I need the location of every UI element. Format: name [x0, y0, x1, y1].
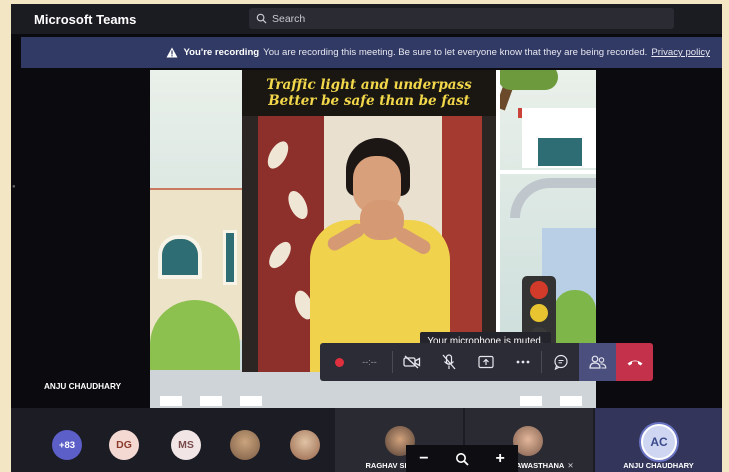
warning-icon — [166, 47, 177, 58]
mic-off-icon — [442, 354, 455, 370]
record-dot-icon — [335, 357, 345, 367]
app-title: Microsoft Teams — [34, 11, 137, 27]
search-icon — [256, 13, 267, 24]
participant-strip: +83 DG MS RAGHAV SHARMA SHIVANI AWASTHAN… — [11, 408, 722, 472]
share-tray-icon — [477, 355, 494, 369]
phone-hangup-icon — [627, 360, 642, 366]
camera-toggle-button[interactable] — [393, 343, 430, 381]
side-marker: ● — [12, 184, 16, 190]
video-title-card: Traffic light and underpass Better be sa… — [242, 70, 496, 116]
teams-window: Microsoft Teams Search You're recording … — [11, 4, 722, 472]
privacy-policy-link[interactable]: Privacy policy — [651, 47, 710, 58]
participant-name: ANJU CHAUDHARY — [623, 461, 694, 470]
video-title-line2: Better be safe than be fast — [268, 93, 470, 109]
hang-up-button[interactable] — [616, 343, 653, 381]
video-title-line1: Traffic light and underpass — [266, 77, 472, 93]
participants-button[interactable] — [579, 343, 616, 381]
search-placeholder: Search — [272, 12, 306, 25]
mic-toggle-button[interactable] — [430, 343, 467, 381]
ellipsis-icon — [516, 360, 529, 364]
zoom-in-button[interactable]: + — [495, 450, 504, 468]
chat-bubble-icon — [553, 354, 568, 370]
more-actions-button[interactable] — [504, 343, 541, 381]
share-screen-button[interactable] — [467, 343, 504, 381]
more-participants-badge[interactable]: +83 — [52, 430, 82, 460]
speaker-name: ANJU CHAUDHARY — [44, 382, 122, 391]
mic-off-icon: ✕ — [567, 461, 574, 470]
search-input[interactable]: Search — [249, 8, 674, 29]
banner-title: You're recording — [183, 47, 260, 58]
recording-banner: You're recording You are recording this … — [21, 37, 722, 68]
participant-avatar[interactable]: DG — [109, 430, 139, 460]
participant-avatar: AC — [641, 424, 677, 460]
participant-avatar[interactable]: MS — [171, 430, 201, 460]
zoom-controls: − + — [406, 445, 518, 472]
chat-button[interactable] — [542, 343, 579, 381]
banner-message: You are recording this meeting. Be sure … — [263, 47, 648, 58]
magnifier-icon — [456, 452, 469, 466]
call-controls: --:-- — [320, 343, 653, 381]
participant-tile-self[interactable]: AC ANJU CHAUDHARY — [595, 408, 722, 472]
camera-off-icon — [402, 355, 420, 369]
grass — [150, 300, 240, 380]
participant-photo-avatar[interactable] — [230, 430, 260, 460]
recording-timer: --:-- — [362, 357, 377, 367]
recording-indicator[interactable]: --:-- — [320, 343, 392, 381]
participant-photo-avatar[interactable] — [290, 430, 320, 460]
title-bar: Microsoft Teams Search — [11, 4, 722, 34]
house-window — [158, 235, 202, 279]
zoom-out-button[interactable]: − — [419, 450, 428, 468]
people-icon — [588, 355, 606, 369]
